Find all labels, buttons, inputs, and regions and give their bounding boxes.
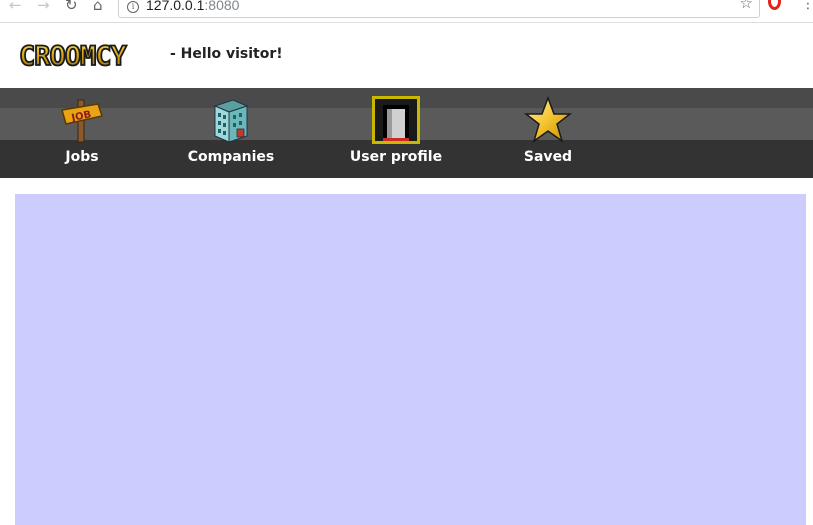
nav-label-user-profile: User profile: [349, 149, 443, 165]
croomcy-logo[interactable]: CROOMCY: [17, 40, 163, 70]
address-bar[interactable]: i 127.0.0.1:8080 ☆: [118, 0, 760, 18]
door-icon: [372, 96, 420, 144]
nav-item-companies[interactable]: Companies: [185, 88, 277, 178]
forward-icon[interactable]: →: [37, 0, 50, 15]
nav-label-jobs: Jobs: [65, 149, 99, 165]
menu-icon[interactable]: ⋮: [801, 0, 813, 12]
bookmark-star-icon[interactable]: ☆: [740, 0, 753, 11]
info-icon[interactable]: i: [127, 1, 139, 13]
nav-label-saved: Saved: [523, 149, 573, 165]
job-sign-icon: JOB: [61, 99, 103, 143]
logo-text: CROOMCY: [19, 41, 128, 70]
site-header: CROOMCY - Hello visitor!: [0, 23, 813, 88]
browser-toolbar: ← → ↻ ⌂ i 127.0.0.1:8080 ☆ ⋮: [0, 0, 813, 23]
back-icon[interactable]: ←: [9, 0, 22, 15]
building-icon: [213, 99, 249, 143]
nav-item-user-profile[interactable]: User profile: [346, 88, 446, 178]
content-panel: [15, 194, 806, 525]
reload-icon[interactable]: ↻: [65, 0, 78, 15]
tagline: - Hello visitor!: [170, 46, 283, 62]
star-icon: [524, 96, 572, 143]
nav-item-jobs[interactable]: JOB Jobs: [42, 88, 122, 178]
home-icon[interactable]: ⌂: [93, 0, 103, 15]
url-port: :8080: [204, 0, 240, 13]
url-text: 127.0.0.1:8080: [146, 0, 239, 13]
nav-label-companies: Companies: [187, 149, 275, 165]
nav-item-saved[interactable]: Saved: [508, 88, 588, 178]
main-nav: JOB Jobs Companies User profile Saved: [0, 88, 813, 178]
url-host: 127.0.0.1: [146, 0, 205, 13]
opera-icon[interactable]: [768, 0, 781, 10]
